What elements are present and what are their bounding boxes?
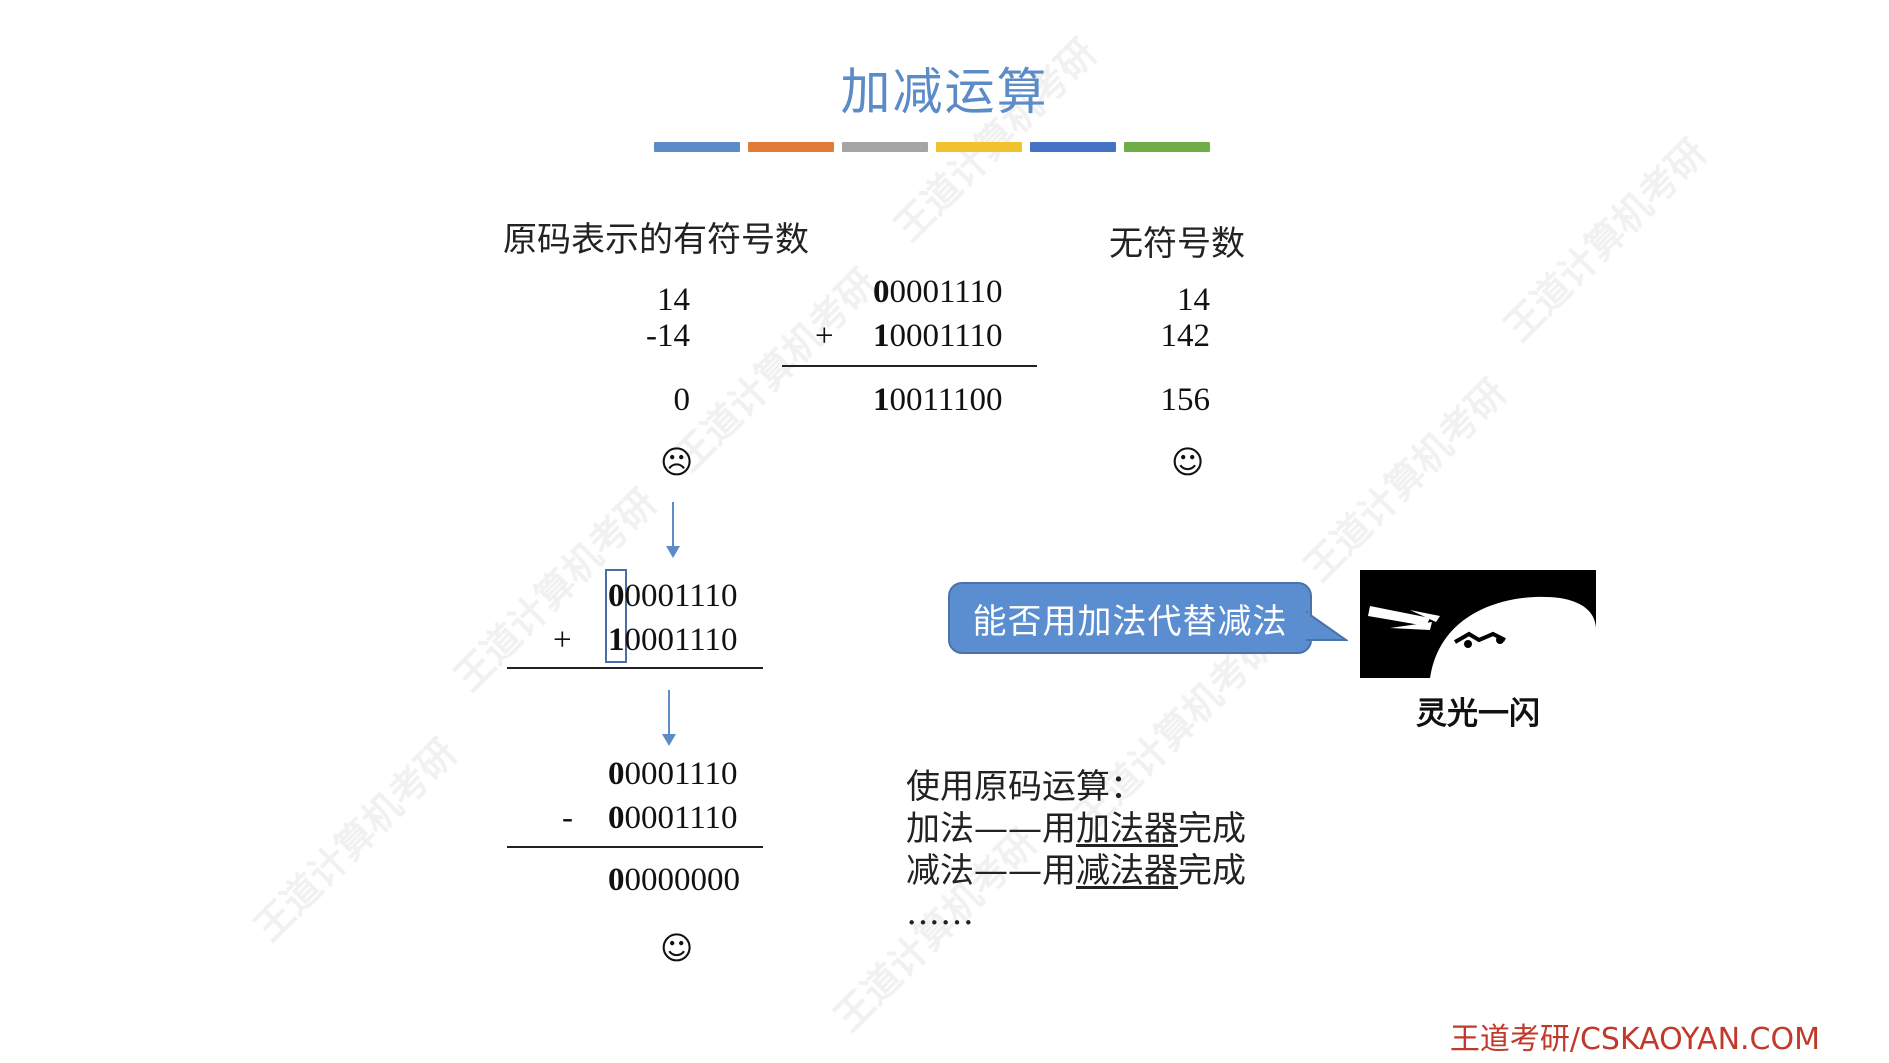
color-bar bbox=[936, 142, 1022, 152]
magnitude-bits: 0001110 bbox=[624, 622, 738, 658]
sign-bit: 1 bbox=[873, 318, 890, 354]
binary-operand-b: 00001110 bbox=[608, 800, 738, 837]
line-suffix: 完成 bbox=[1178, 851, 1246, 891]
line-suffix: 完成 bbox=[1178, 809, 1246, 849]
description-heading: 使用原码运算： bbox=[906, 767, 1144, 807]
plus-operator: + bbox=[553, 622, 572, 658]
unsigned-value: 14 bbox=[1177, 282, 1210, 318]
signed-value: 0 bbox=[673, 382, 691, 418]
sign-bit: 1 bbox=[873, 382, 890, 418]
sign-bit: 0 bbox=[873, 274, 890, 310]
description-line: 减法——用减法器完成 bbox=[906, 850, 1246, 892]
watermark: 王道计算机考研 bbox=[665, 260, 886, 480]
description-ellipsis: …… bbox=[906, 893, 974, 933]
magnitude-bits: 0001110 bbox=[624, 578, 738, 614]
magnitude-bits: 0001110 bbox=[889, 274, 1003, 310]
unsigned-heading: 无符号数 bbox=[1109, 224, 1245, 264]
signed-value: 14 bbox=[657, 282, 690, 318]
subtractor-term: 减法器 bbox=[1076, 851, 1178, 891]
line-prefix: 加法——用 bbox=[906, 809, 1076, 849]
magnitude-bits: 0011100 bbox=[889, 382, 1003, 418]
color-bar bbox=[1124, 142, 1210, 152]
binary-result: 00000000 bbox=[608, 862, 740, 899]
binary-operand-a: 00001110 bbox=[608, 578, 738, 615]
sign-bit: 1 bbox=[608, 622, 625, 658]
signed-value: -14 bbox=[646, 318, 690, 354]
slide-title: 加减运算 bbox=[840, 63, 1049, 121]
slide: 王道计算机考研 王道计算机考研 王道计算机考研 王道计算机考研 王道计算机考研 … bbox=[0, 0, 1889, 1063]
sign-bit: 0 bbox=[608, 578, 625, 614]
magnitude-bits: 0001110 bbox=[624, 800, 738, 836]
down-arrow-icon bbox=[672, 502, 674, 548]
down-arrow-icon bbox=[668, 690, 670, 736]
watermark: 王道计算机考研 bbox=[1495, 130, 1716, 350]
watermark: 王道计算机考研 bbox=[245, 730, 466, 950]
meme-caption: 灵光一闪 bbox=[1416, 696, 1540, 732]
down-arrow-head-icon bbox=[666, 546, 680, 558]
line-prefix: 减法——用 bbox=[906, 851, 1076, 891]
difference-line bbox=[507, 846, 763, 848]
unsigned-value: 156 bbox=[1160, 382, 1211, 418]
down-arrow-head-icon bbox=[662, 734, 676, 746]
binary-operand-b: 10001110 bbox=[873, 318, 1003, 355]
sign-bit: 0 bbox=[608, 756, 625, 792]
color-bar bbox=[654, 142, 740, 152]
unsigned-value: 142 bbox=[1160, 318, 1211, 354]
smile-face-icon: ☺ bbox=[660, 929, 694, 967]
inspiration-meme-image bbox=[1360, 570, 1596, 678]
sign-bit: 0 bbox=[608, 800, 625, 836]
sum-line bbox=[507, 667, 763, 669]
adder-term: 加法器 bbox=[1076, 809, 1178, 849]
sum-line bbox=[782, 365, 1037, 367]
title-color-bars bbox=[654, 142, 1210, 152]
footer-brand: 王道考研/CSKAOYAN.COM bbox=[1449, 1022, 1820, 1057]
magnitude-bits: 0000000 bbox=[624, 862, 741, 898]
color-bar bbox=[842, 142, 928, 152]
magnitude-bits: 0001110 bbox=[889, 318, 1003, 354]
magnitude-bits: 0001110 bbox=[624, 756, 738, 792]
binary-operand-a: 00001110 bbox=[608, 756, 738, 793]
minus-operator: - bbox=[562, 800, 573, 836]
sad-face-icon: ☹ bbox=[660, 443, 694, 481]
signed-heading: 原码表示的有符号数 bbox=[503, 220, 809, 260]
binary-operand-a: 00001110 bbox=[873, 274, 1003, 311]
description-line: 加法——用加法器完成 bbox=[906, 808, 1246, 850]
speech-bubble: 能否用加法代替减法 bbox=[948, 582, 1312, 654]
binary-operand-b: 10001110 bbox=[608, 622, 738, 659]
watermark: 王道计算机考研 bbox=[1295, 370, 1516, 590]
plus-operator: + bbox=[815, 318, 834, 354]
color-bar bbox=[1030, 142, 1116, 152]
color-bar bbox=[748, 142, 834, 152]
description-block: 使用原码运算： 加法——用加法器完成 减法——用减法器完成 …… bbox=[906, 766, 1246, 934]
smile-face-icon: ☺ bbox=[1171, 443, 1205, 481]
speech-bubble-tail-icon bbox=[1306, 610, 1348, 641]
binary-result: 10011100 bbox=[873, 382, 1003, 419]
sign-bit: 0 bbox=[608, 862, 625, 898]
